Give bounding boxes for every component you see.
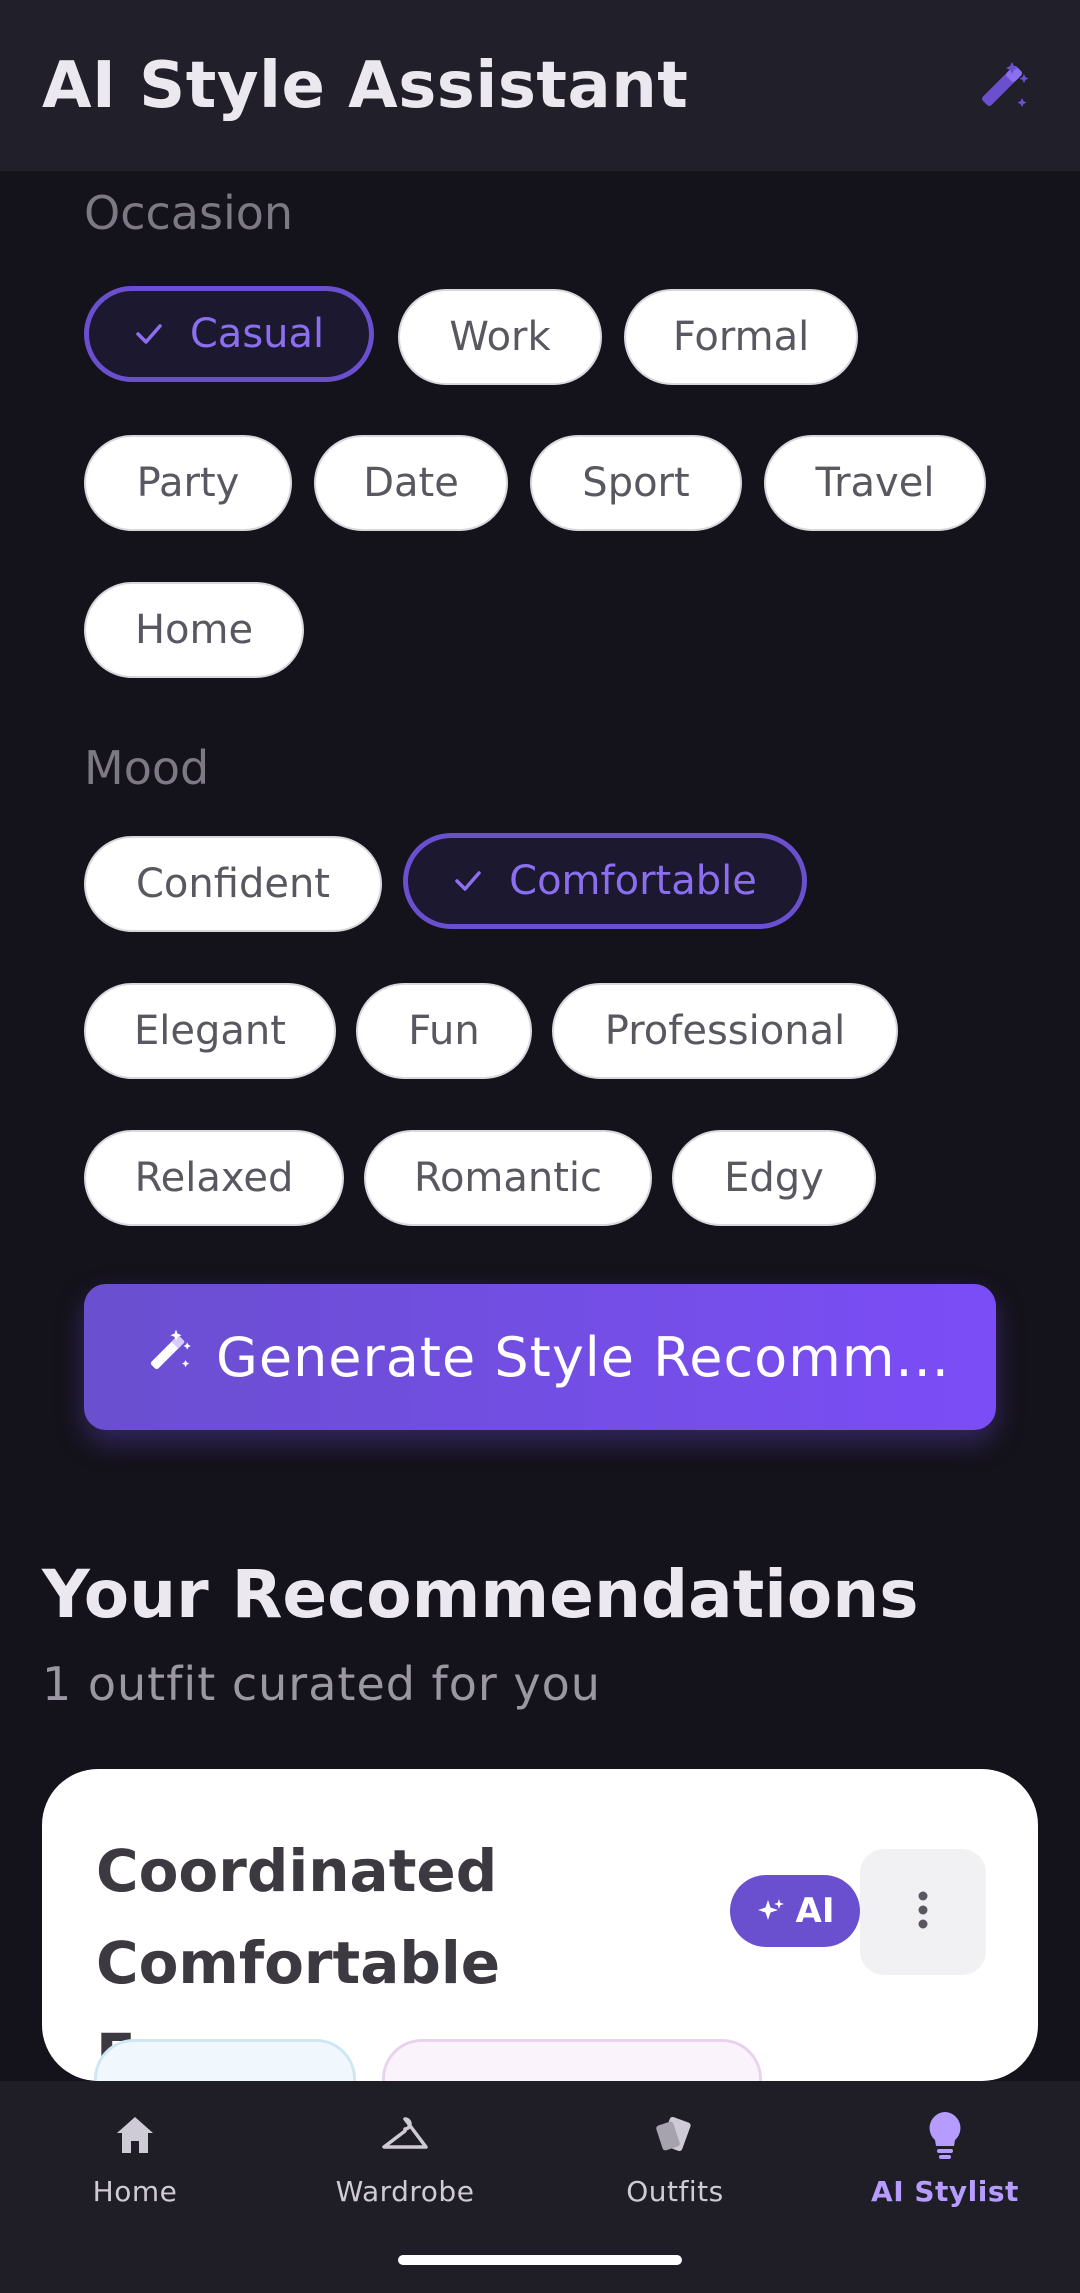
chip-label: Elegant <box>134 1008 286 1054</box>
card-tag-chip <box>94 2039 356 2081</box>
chip-label: Party <box>136 460 240 506</box>
chip-mood-romantic[interactable]: Romantic <box>364 1130 652 1226</box>
home-indicator[interactable] <box>398 2255 682 2265</box>
card-tag-chip <box>382 2039 762 2081</box>
chip-occasion-casual[interactable]: Casual <box>84 286 374 382</box>
nav-label: AI Stylist <box>871 2175 1019 2208</box>
ai-badge: AI <box>730 1875 860 1947</box>
lightbulb-icon <box>925 2105 965 2165</box>
chip-label: Home <box>134 607 254 653</box>
bottom-navigation: Home Wardrobe Outfits AI Stylist <box>0 2081 1080 2293</box>
generate-recommendations-button[interactable]: Generate Style Recomm... <box>84 1284 996 1430</box>
chip-label: Fun <box>408 1008 480 1054</box>
top-app-bar: AI Style Assistant <box>0 0 1080 171</box>
magic-wand-icon <box>144 1326 192 1389</box>
chip-occasion-work[interactable]: Work <box>398 289 602 385</box>
check-icon <box>453 866 483 896</box>
cards-icon <box>651 2105 699 2165</box>
chip-label: Work <box>449 314 551 360</box>
chip-label: Professional <box>604 1008 846 1054</box>
magic-wand-icon[interactable] <box>966 50 1038 122</box>
chip-label: Travel <box>815 460 935 506</box>
hanger-icon <box>380 2105 430 2165</box>
chip-mood-confident[interactable]: Confident <box>84 836 382 932</box>
recommendation-card[interactable]: Coordinated Comfortable Ense... AI <box>42 1769 1038 2081</box>
chip-occasion-date[interactable]: Date <box>314 435 508 531</box>
nav-item-home[interactable]: Home <box>0 2105 270 2208</box>
chip-mood-edgy[interactable]: Edgy <box>672 1130 876 1226</box>
page-title: AI Style Assistant <box>42 48 689 123</box>
chip-mood-comfortable[interactable]: Comfortable <box>403 833 807 929</box>
ai-badge-label: AI <box>795 1891 835 1931</box>
chip-label: Date <box>363 460 459 506</box>
chip-occasion-party[interactable]: Party <box>84 435 292 531</box>
home-icon <box>113 2105 157 2165</box>
chip-label: Relaxed <box>134 1155 294 1201</box>
chip-label: Comfortable <box>509 858 757 904</box>
check-icon <box>134 319 164 349</box>
chip-label: Romantic <box>413 1155 603 1201</box>
chip-occasion-formal[interactable]: Formal <box>624 289 858 385</box>
chip-mood-relaxed[interactable]: Relaxed <box>84 1130 344 1226</box>
nav-label: Home <box>92 2175 178 2208</box>
occasion-label: Occasion <box>84 186 294 240</box>
sparkle-icon <box>756 1896 786 1926</box>
chip-label: Sport <box>582 460 690 506</box>
chip-mood-fun[interactable]: Fun <box>356 983 532 1079</box>
more-options-button[interactable] <box>860 1849 986 1975</box>
chip-mood-professional[interactable]: Professional <box>552 983 898 1079</box>
chip-label: Confident <box>136 861 330 907</box>
app-root: AI Style Assistant Occasion Casual Work … <box>0 0 1080 2293</box>
nav-item-outfits[interactable]: Outfits <box>540 2105 810 2208</box>
chip-mood-elegant[interactable]: Elegant <box>84 983 336 1079</box>
nav-label: Outfits <box>626 2175 724 2208</box>
chip-occasion-travel[interactable]: Travel <box>764 435 986 531</box>
chip-occasion-sport[interactable]: Sport <box>530 435 742 531</box>
chip-label: Formal <box>672 314 810 360</box>
nav-label: Wardrobe <box>335 2175 475 2208</box>
chip-label: Edgy <box>724 1155 824 1201</box>
card-title-line1: Coordinated <box>96 1837 498 1905</box>
recommendations-subtitle: 1 outfit curated for you <box>42 1657 601 1711</box>
generate-button-label: Generate Style Recomm... <box>216 1325 950 1389</box>
chip-label: Casual <box>189 311 325 357</box>
nav-item-ai-stylist[interactable]: AI Stylist <box>810 2105 1080 2208</box>
chip-occasion-home[interactable]: Home <box>84 582 304 678</box>
mood-label: Mood <box>84 741 210 795</box>
nav-item-wardrobe[interactable]: Wardrobe <box>270 2105 540 2208</box>
recommendations-title: Your Recommendations <box>42 1556 919 1633</box>
more-vertical-icon <box>917 1890 929 1934</box>
